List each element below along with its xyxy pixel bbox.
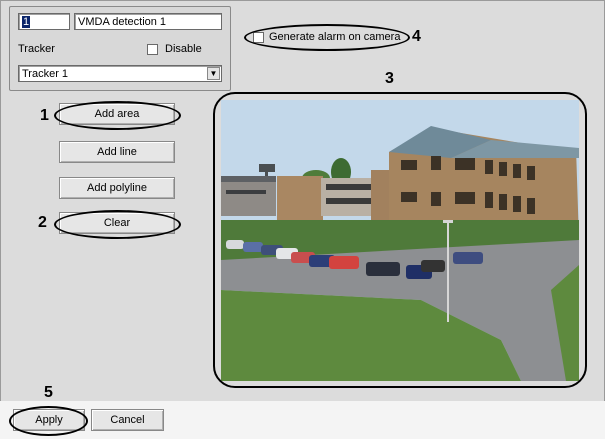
disable-checkbox[interactable] <box>147 44 158 55</box>
callout-number-1: 1 <box>40 107 49 124</box>
add-area-button[interactable]: Add area <box>59 103 175 125</box>
add-polyline-button[interactable]: Add polyline <box>59 177 175 199</box>
callout-number-2: 2 <box>38 214 47 231</box>
cancel-button[interactable]: Cancel <box>91 409 164 431</box>
disable-label: Disable <box>165 43 202 55</box>
generate-alarm-checkbox[interactable] <box>253 32 264 43</box>
tracker-label: Tracker <box>18 43 55 55</box>
generate-alarm-label: Generate alarm on camera <box>269 31 401 43</box>
chevron-down-icon[interactable]: ▼ <box>207 67 220 80</box>
clear-button[interactable]: Clear <box>59 212 175 234</box>
detection-id-field[interactable]: 1 <box>18 13 70 30</box>
apply-button[interactable]: Apply <box>13 409 85 431</box>
detection-name-field[interactable]: VMDA detection 1 <box>74 13 222 30</box>
detection-settings-group: 1 VMDA detection 1 Tracker Disable Track… <box>9 6 231 91</box>
callout-number-5: 5 <box>44 384 53 401</box>
detection-id-value: 1 <box>22 16 31 28</box>
callout-number-3: 3 <box>385 70 394 87</box>
callout-outline-video <box>213 92 587 388</box>
tracker-select-value: Tracker 1 <box>22 68 69 80</box>
tracker-select[interactable]: Tracker 1 ▼ <box>18 65 222 82</box>
add-line-button[interactable]: Add line <box>59 141 175 163</box>
callout-number-4: 4 <box>412 28 421 45</box>
